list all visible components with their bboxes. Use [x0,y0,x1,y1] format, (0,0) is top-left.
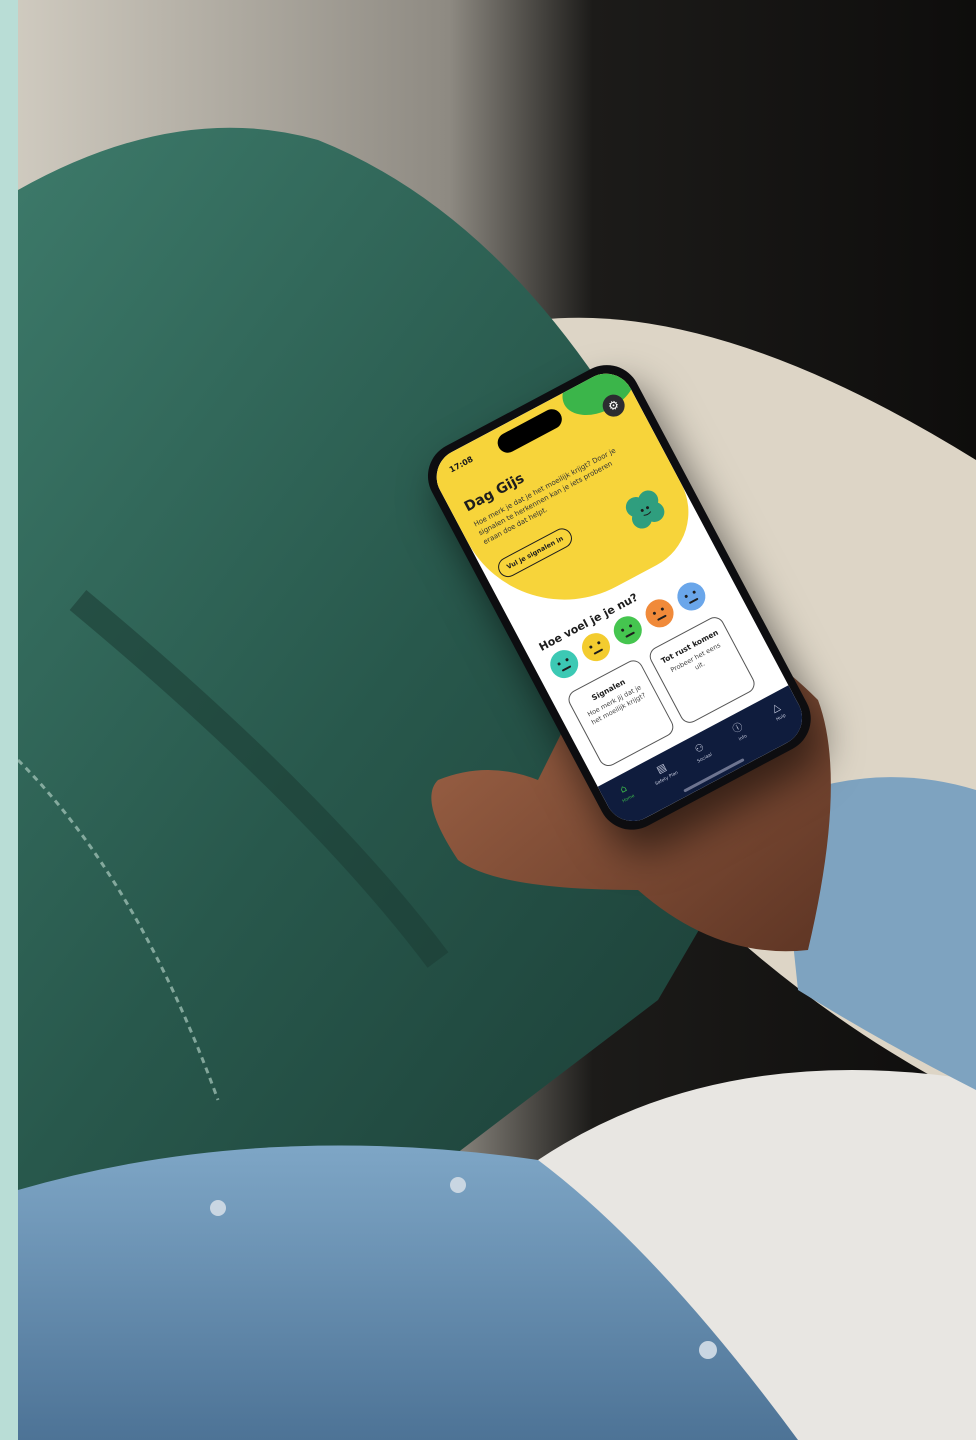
mood-mouth [657,614,667,622]
gear-icon: ⚙ [605,396,622,415]
alert-icon: △ [770,701,783,715]
mood-happy-icon[interactable] [545,645,584,684]
tab-safety-plan[interactable]: ▤ Safety Plan [642,754,685,789]
photo: 17:08 ⚙ Dag Gijs Hoe merk je dat je het … [18,0,976,1440]
mood-mouth [688,597,699,605]
mood-mouth [593,648,604,655]
scene-background [18,0,976,1440]
mood-sad-icon[interactable] [640,594,679,633]
mood-mouth [625,631,636,638]
home-icon: ⌂ [618,783,629,796]
tab-hulp[interactable]: △ Hulp [756,694,799,729]
tab-info[interactable]: ⓘ Info [718,714,761,749]
mood-down-icon[interactable] [672,577,711,616]
mood-neutral-icon[interactable] [577,628,615,667]
tab-label: Info [738,734,749,743]
people-icon: ⚇ [693,741,707,756]
mood-mouth [561,665,572,672]
tab-sociaal[interactable]: ⚇ Sociaal [680,734,723,769]
mood-ok-icon[interactable] [608,611,647,650]
tab-home[interactable]: ⌂ Home [604,775,647,810]
